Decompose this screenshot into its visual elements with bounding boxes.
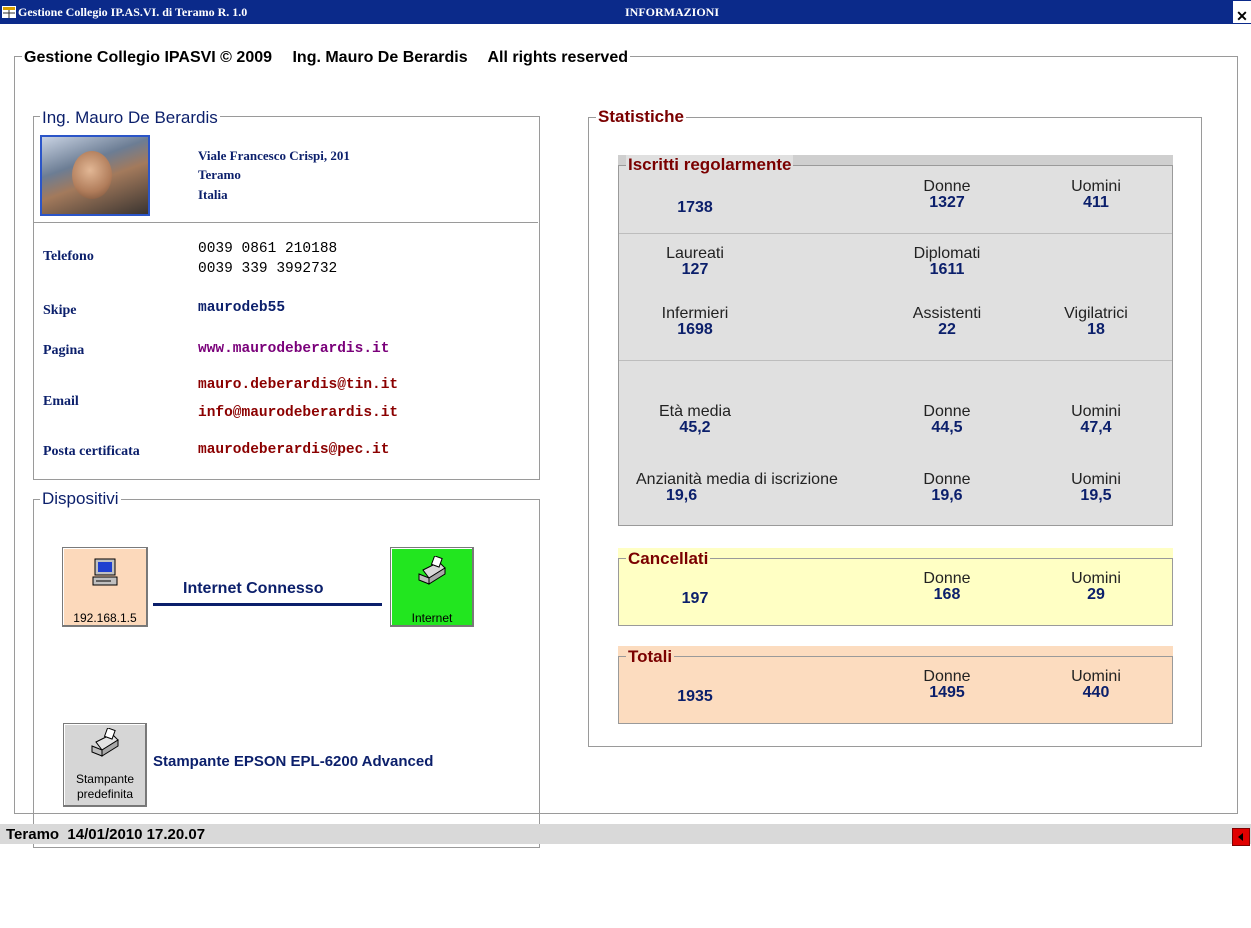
internet-caption: Internet [411,611,453,625]
skipe-value: maurodeb55 [198,300,286,316]
iscritti-divider-1 [619,233,1172,234]
pec-label: Posta certificata [43,444,140,459]
cancellati-uomini: Uomini 29 [1071,570,1121,603]
totali-legend: Totali [626,647,675,667]
iscritti-divider-2 [619,360,1172,361]
totali-uomini: Uomini 440 [1071,668,1121,701]
pagina-label: Pagina [43,343,85,358]
pec-link[interactable]: maurodeberardis@pec.it [198,442,389,458]
computer-icon [92,558,118,586]
eta-uomini-stat: Uomini 47,4 [1071,403,1121,436]
printer-name: Stampante EPSON EPL-6200 Advanced [153,753,434,770]
form-title: INFORMAZIONI [625,5,720,19]
table-icon [2,6,16,18]
anzianita-uomini-stat: Uomini 19,5 [1071,471,1121,504]
printer-icon [91,728,119,757]
email-label: Email [43,394,79,409]
author-label: Ing. Mauro De Berardis [292,49,468,66]
telefono-label: Telefono [43,249,94,264]
address-street: Viale Francesco Crispi, 201 [198,148,350,163]
window-title: Gestione Collegio IP.AS.VI. di Teramo R.… [18,5,248,19]
copyright-legend: Gestione Collegio IPASVI © 2009 Ing. Mau… [22,49,630,67]
internet-button[interactable]: Internet [390,547,474,627]
fax-icon [418,556,446,585]
iscritti-legend: Iscritti regolarmente [626,155,794,175]
diplomati-stat: Diplomati 1611 [913,245,981,278]
printer-caption-line1: Stampante [75,772,135,786]
stats-legend: Statistiche [596,107,686,127]
product-label: Gestione Collegio IPASVI © 2009 [24,49,273,66]
address-country: Italia [198,187,228,202]
status-bar: Teramo 14/01/2010 17.20.07 [0,824,1251,846]
email-link-1[interactable]: mauro.deberardis@tin.it [198,377,398,393]
skipe-label: Skipe [43,303,77,318]
divider [34,222,538,223]
close-icon[interactable]: ✕ [1233,1,1251,24]
infermieri-stat: Infermieri 1698 [661,305,729,338]
telefono-2: 0039 339 3992732 [198,261,338,277]
website-link[interactable]: www.maurodeberardis.it [198,341,389,357]
contact-legend: Ing. Mauro De Berardis [40,108,220,128]
back-arrow-icon[interactable] [1232,828,1250,846]
rights-label: All rights reserved [487,49,628,66]
title-bar: Gestione Collegio IP.AS.VI. di Teramo R.… [0,0,1251,24]
printer-caption: Stampante predefinita [64,772,146,802]
printer-caption-line2: predefinita [76,787,134,801]
vigilatrici-stat: Vigilatrici 18 [1064,305,1128,338]
eta-media-stat: Età media 45,2 [658,403,732,436]
devices-legend: Dispositivi [40,489,121,509]
address-city: Teramo [198,167,241,182]
email-link-2[interactable]: info@maurodeberardis.it [198,405,398,421]
laureati-stat: Laureati 127 [666,245,724,278]
cancellati-legend: Cancellati [626,549,711,569]
iscritti-total: 1738 [677,199,713,216]
default-printer-button[interactable]: Stampante predefinita [63,723,147,807]
connection-status: Internet Connesso [183,580,324,597]
status-datetime: Teramo 14/01/2010 17.20.07 [6,826,206,843]
author-photo [40,135,150,216]
cancellati-total: 197 [681,590,709,607]
totali-total: 1935 [677,688,713,705]
pc-button[interactable]: 192.168.1.5 [62,547,148,627]
connection-line [153,603,382,606]
iscritti-uomini: Uomini 411 [1071,178,1121,211]
telefono-1: 0039 0861 210188 [198,241,338,257]
pc-ip-label: 192.168.1.5 [73,611,137,625]
